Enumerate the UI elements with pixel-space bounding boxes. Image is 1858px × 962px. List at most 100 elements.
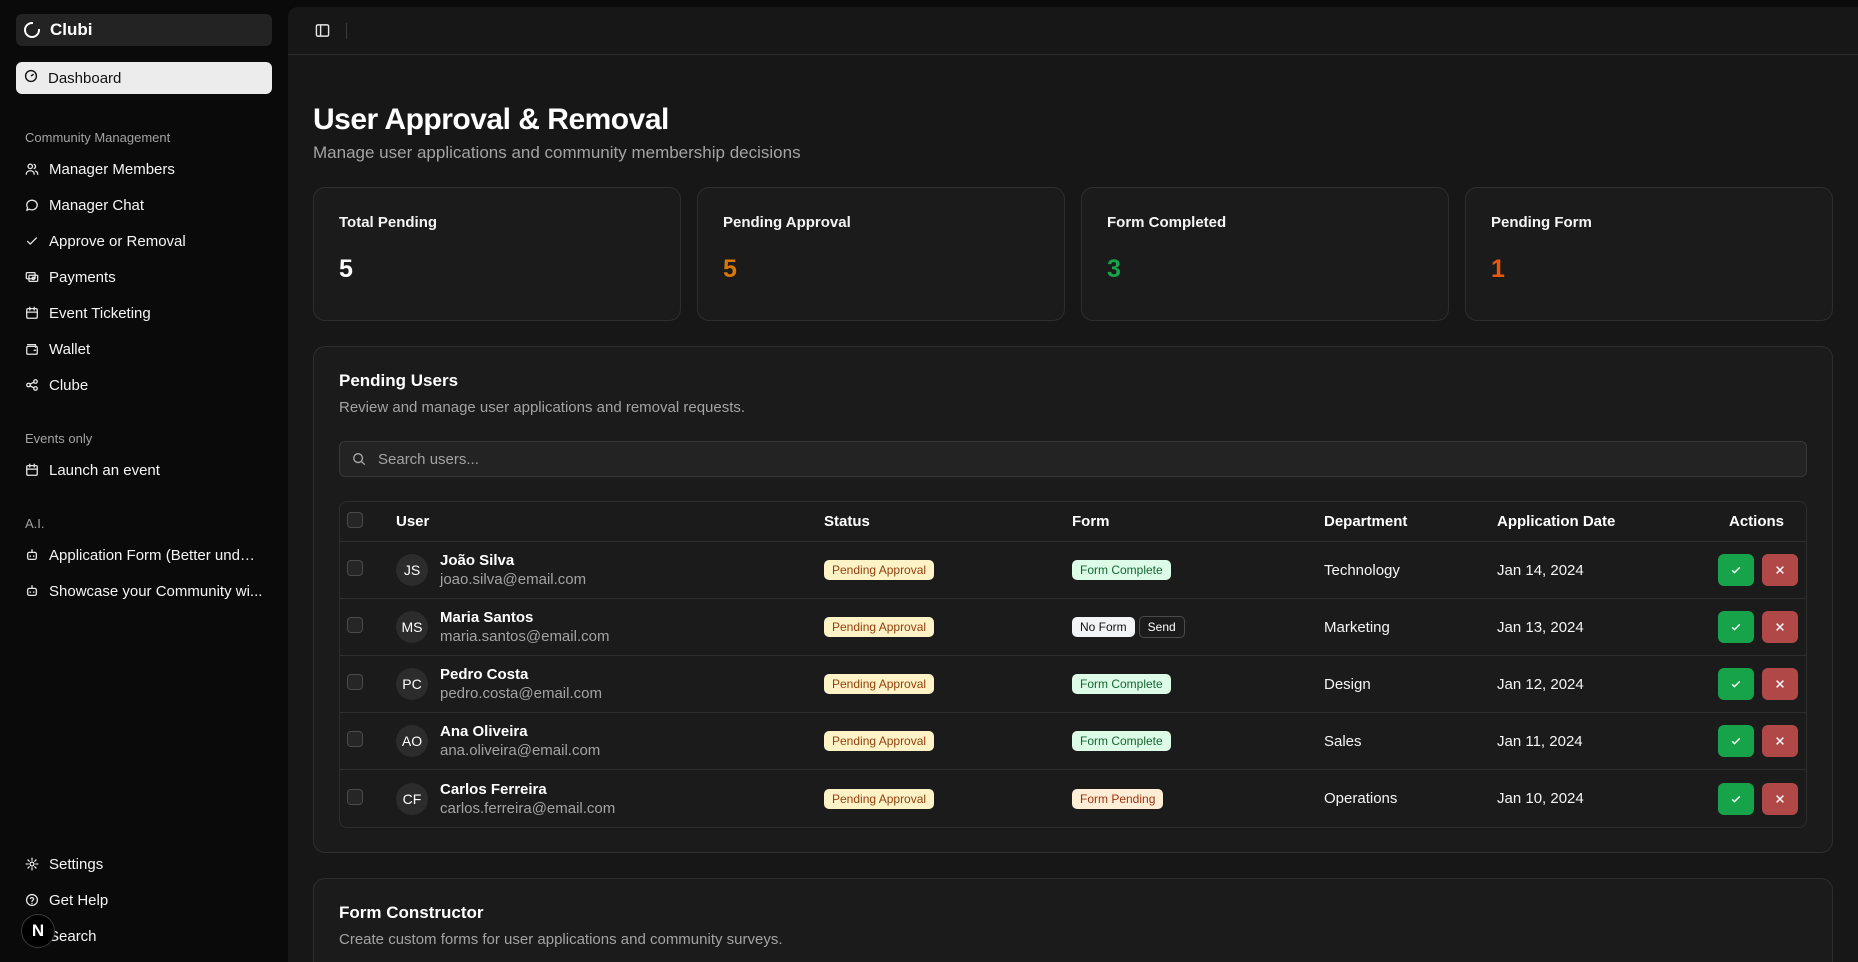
sidebar-item-label: Application Form (Better under... (49, 546, 263, 564)
approve-button[interactable] (1718, 611, 1754, 643)
sidebar-item-label: Showcase your Community wi... (49, 582, 263, 600)
status-badge: Pending Approval (824, 731, 935, 751)
status-badge: Pending Approval (824, 788, 935, 809)
bot-icon (25, 548, 39, 562)
check-icon (25, 234, 39, 248)
card-subtitle: Review and manage user applications and … (339, 399, 746, 416)
sidebar-item-settings[interactable]: Settings (16, 846, 272, 882)
brand-name: Clubi (50, 20, 93, 39)
table-header-row: User Status Form Department Application … (340, 502, 1806, 542)
brand-switcher[interactable]: Clubi (16, 14, 272, 46)
user-avatar[interactable]: N (21, 914, 55, 948)
check-icon (1731, 737, 1741, 745)
column-header-actions: Actions (1697, 502, 1806, 542)
sidebar-item-approve-or-removal[interactable]: Approve or Removal (16, 223, 272, 259)
sidebar-item-label: Manager Chat (49, 196, 145, 214)
sidebar-item-manager-members[interactable]: Manager Members (16, 151, 272, 187)
row-checkbox[interactable] (347, 788, 363, 805)
reject-button[interactable] (1762, 611, 1798, 643)
row-checkbox[interactable] (347, 674, 363, 690)
chat-icon (25, 198, 39, 212)
sidebar-item-clube[interactable]: Clube (16, 367, 272, 403)
sidebar-item-showcase-your-community-wi[interactable]: Showcase your Community wi... (16, 573, 272, 609)
user-name: João Silva (440, 552, 515, 569)
sidebar-item-dashboard[interactable]: Dashboard (16, 62, 272, 94)
user-email: carlos.ferreira@email.com (440, 799, 616, 817)
wallet-icon (25, 342, 39, 356)
sidebar-item-wallet[interactable]: Wallet (16, 331, 272, 367)
column-header-status: Status (824, 502, 1072, 542)
user-name: Carlos Ferreira (440, 780, 547, 798)
calendar-icon (25, 463, 39, 477)
divider (346, 22, 347, 39)
sidebar-item-application-form-better-under[interactable]: Application Form (Better under... (16, 537, 272, 573)
column-header-user: User (396, 502, 824, 542)
sidebar-item-label: Search (49, 927, 97, 945)
department-cell: Sales (1324, 713, 1497, 770)
row-checkbox[interactable] (347, 617, 363, 633)
sidebar-section-label: Events only (25, 431, 93, 446)
search-input[interactable] (378, 450, 1794, 468)
sidebar-item-label: Manager Members (49, 160, 175, 178)
date-cell: Jan 14, 2024 (1497, 542, 1697, 599)
help-icon (25, 893, 39, 907)
avatar: MS (396, 611, 428, 643)
sidebar-item-event-ticketing[interactable]: Event Ticketing (16, 295, 272, 331)
check-icon (1731, 566, 1741, 574)
sidebar-toggle-button[interactable] (314, 23, 330, 39)
column-header-department: Department (1324, 502, 1497, 542)
stat-label: Form Completed (1107, 214, 1227, 231)
check-icon (1731, 680, 1741, 688)
page-subtitle: Manage user applications and community m… (313, 143, 801, 162)
user-email: ana.oliveira@email.com (440, 742, 601, 759)
check-icon (1731, 623, 1741, 631)
sidebar-item-label: Event Ticketing (49, 304, 151, 322)
form-badge: Form Complete (1072, 731, 1171, 751)
sidebar-item-label: Clube (49, 376, 89, 394)
date-cell: Jan 12, 2024 (1497, 656, 1697, 713)
send-form-button[interactable]: Send (1138, 616, 1185, 638)
reject-button[interactable] (1762, 725, 1798, 757)
select-all-checkbox[interactable] (347, 511, 363, 528)
approve-button[interactable] (1718, 668, 1754, 700)
stat-value: 5 (723, 255, 737, 283)
reject-button[interactable] (1762, 554, 1798, 586)
calendar-icon (25, 306, 39, 320)
sidebar-sections: Community Management Manager Members Manag… (16, 130, 272, 609)
stat-label: Total Pending (339, 214, 438, 231)
stat-label: Pending Approval (723, 214, 851, 231)
avatar: PC (396, 668, 428, 700)
sidebar-item-manager-chat[interactable]: Manager Chat (16, 187, 272, 223)
sidebar-item-search[interactable]: Search (16, 918, 272, 954)
approve-button[interactable] (1718, 554, 1754, 586)
approve-button[interactable] (1718, 782, 1754, 815)
users-icon (25, 162, 39, 176)
department-cell: Operations (1324, 790, 1398, 807)
card-title: Form Constructor (339, 903, 484, 922)
user-name: Pedro Costa (440, 666, 529, 683)
approve-button[interactable] (1718, 725, 1754, 757)
card-title: Pending Users (339, 371, 459, 390)
sidebar-item-launch-an-event[interactable]: Launch an event (16, 452, 272, 488)
sidebar-item-payments[interactable]: Payments (16, 259, 272, 295)
form-badge: No Form (1072, 617, 1135, 637)
sidebar-item-label: Launch an event (49, 461, 160, 479)
user-cell: MS Maria Santos maria.santos@email.com (396, 609, 824, 645)
department-cell: Marketing (1324, 599, 1497, 656)
sidebar: Clubi Dashboard Community Management Mana… (0, 0, 288, 962)
payments-icon (25, 270, 39, 284)
close-icon (1776, 737, 1784, 745)
stats-row: Total Pending 5 Pending Approval 5 Form Comp… (313, 187, 1833, 321)
search-icon (353, 453, 366, 466)
reject-button[interactable] (1762, 668, 1798, 700)
row-checkbox[interactable] (347, 560, 363, 576)
sidebar-toggle-icon (315, 24, 329, 37)
page-title: User Approval & Removal (313, 103, 669, 136)
sidebar-item-get-help[interactable]: Get Help (16, 882, 272, 918)
reject-button[interactable] (1762, 782, 1798, 815)
row-checkbox[interactable] (347, 731, 363, 747)
user-email: maria.santos@email.com (440, 628, 610, 645)
user-cell: JS João Silva joao.silva@email.com (396, 552, 824, 588)
table-row: MS Maria Santos maria.santos@email.com P… (340, 599, 1806, 656)
date-cell: Jan 13, 2024 (1497, 599, 1697, 656)
